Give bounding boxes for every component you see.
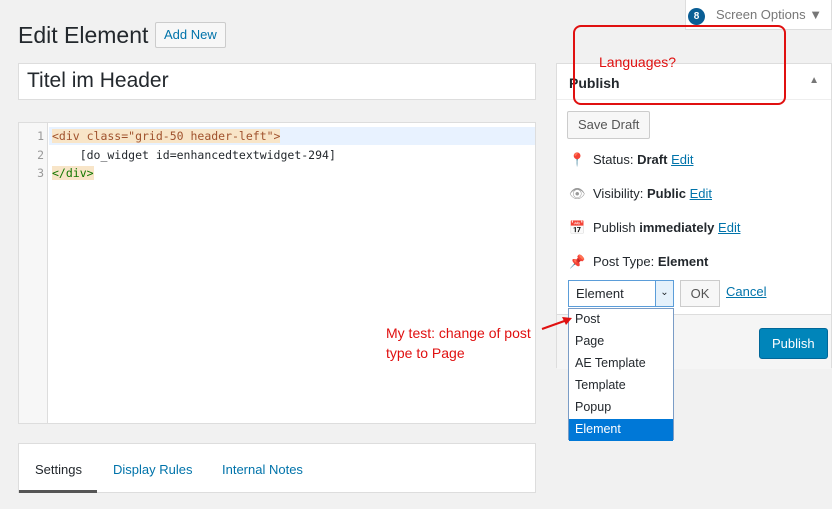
active-tab-indicator [19,490,97,493]
post-type-dropdown: Post Page AE Template Template Popup Ele… [568,308,674,441]
title-input[interactable]: Titel im Header [18,63,536,100]
option-post[interactable]: Post [569,309,673,331]
tab-internal-notes[interactable]: Internal Notes [222,462,303,477]
post-type-value: Element [657,254,709,269]
publish-button[interactable]: Publish [759,328,828,359]
caret-down-icon: ▼ [809,7,823,22]
edit-visibility-link[interactable]: Edit [690,186,712,201]
count-badge: 8 [688,8,705,25]
status-row: 📍 Status: Draft Edit [569,152,693,168]
status-label: Status: [593,152,634,167]
code-line: [do_widget id=enhancedtextwidget-294] [52,148,336,162]
page-title: Edit Element [18,22,149,48]
code-editor[interactable]: 1 2 3 <div class="grid-50 header-left"> … [18,122,536,424]
screen-options-label: Screen Options [716,7,806,22]
tab-settings[interactable]: Settings [35,462,82,477]
line-number: 3 [37,166,44,180]
test-annotation-line1: My test: change of post [386,325,531,341]
option-popup[interactable]: Popup [569,397,673,419]
test-annotation-line2: type to Page [386,345,465,361]
tabs-bar: Settings Display Rules Internal Notes [18,443,536,493]
visibility-value: Public [646,186,686,201]
collapse-arrow-icon[interactable]: ▲ [809,75,819,86]
option-page[interactable]: Page [569,331,673,353]
option-element[interactable]: Element [569,419,673,441]
edit-status-link[interactable]: Edit [671,152,693,167]
post-type-label: Post Type: [593,254,655,269]
line-number: 2 [37,148,44,162]
calendar-icon: 📅 [569,220,586,235]
save-draft-button[interactable]: Save Draft [567,111,651,139]
ok-button[interactable]: OK [680,280,720,307]
chevron-down-icon[interactable]: ⌄ [655,281,673,306]
line-number: 1 [37,129,44,143]
code-line: </div> [52,166,94,180]
add-new-button[interactable]: Add New [155,22,226,48]
publish-label: Publish [593,220,636,235]
thumbtack-icon: 📌 [569,254,586,269]
edit-schedule-link[interactable]: Edit [718,220,740,235]
post-type-row: 📌 Post Type: Element [569,254,708,270]
cancel-link[interactable]: Cancel [726,284,766,299]
visibility-label: Visibility: [593,186,644,201]
option-template[interactable]: Template [569,375,673,397]
visibility-row: 👁 Visibility: Public Edit [569,186,712,202]
schedule-row: 📅 Publish immediately Edit [569,220,740,236]
publish-value: immediately [639,220,715,235]
status-value: Draft [637,152,668,167]
languages-annotation: Languages? [599,54,677,70]
code-line: <div class="grid-50 header-left"> [52,129,281,143]
option-ae-template[interactable]: AE Template [569,353,673,375]
pin-icon: 📍 [569,152,586,167]
tab-display-rules[interactable]: Display Rules [113,462,192,477]
arrow-annotation-icon [541,317,572,330]
eye-icon: 👁 [569,186,586,201]
